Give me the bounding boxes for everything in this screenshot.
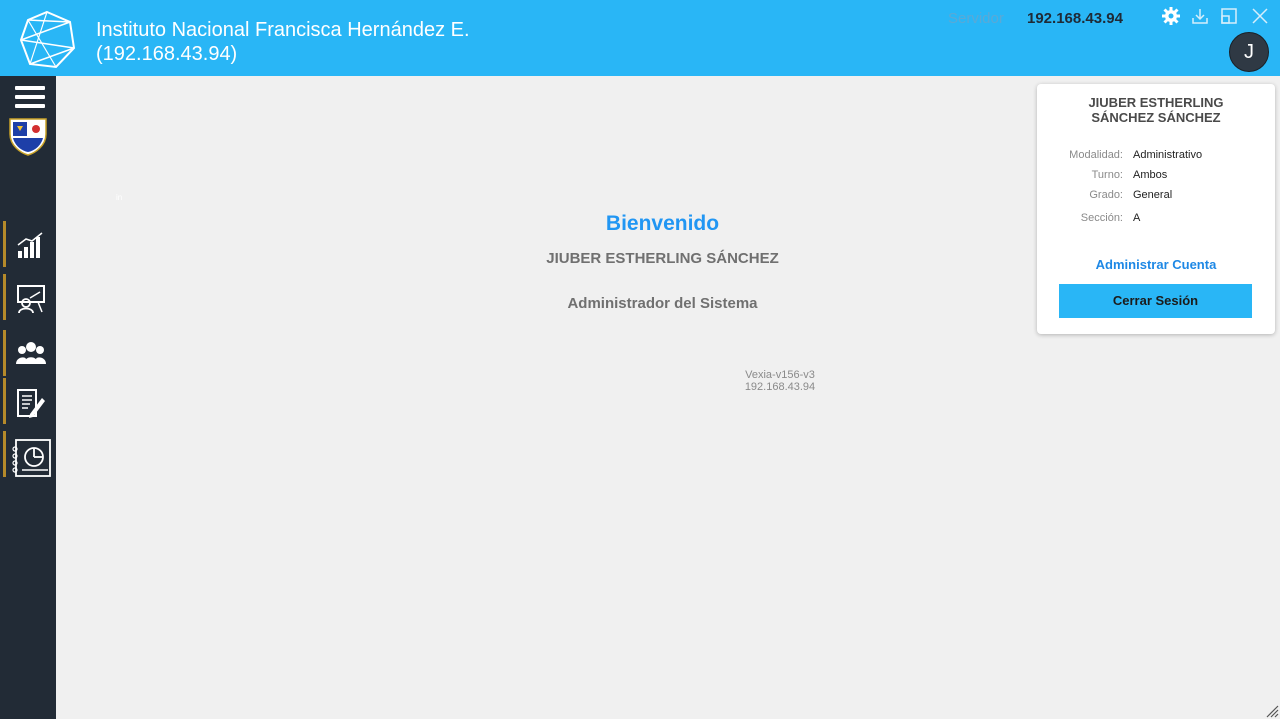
manage-account-link[interactable]: Administrar Cuenta [1037, 257, 1275, 272]
user-role: Administrador del Sistema [567, 295, 758, 312]
notebook-pie-chart-icon [12, 439, 51, 477]
sidebar-item-users[interactable] [0, 330, 56, 378]
card-user-name-line2: SÁNCHEZ SÁNCHEZ [1091, 110, 1221, 125]
resize-grip-icon[interactable] [1265, 704, 1279, 718]
card-user-name: JIUBER ESTHERLING SÁNCHEZ SÁNCHEZ [1037, 95, 1275, 125]
bar-chart-icon [17, 232, 43, 258]
close-icon[interactable] [1250, 6, 1270, 26]
user-avatar[interactable]: J [1229, 32, 1269, 72]
sidebar-item-reports[interactable] [0, 431, 56, 479]
nav-marker [3, 274, 6, 320]
sidebar [0, 76, 56, 719]
download-icon[interactable] [1190, 6, 1210, 26]
maximize-icon[interactable] [1219, 6, 1239, 26]
shift-label: Turno: [1091, 169, 1123, 181]
modality-value: Administrativo [1133, 149, 1203, 161]
logout-button[interactable]: Cerrar Sesión [1059, 284, 1252, 318]
hamburger-menu-icon[interactable] [15, 86, 45, 108]
server-value: 192.168.43.94 [1027, 10, 1123, 27]
nav-marker [3, 431, 6, 477]
server-label: Servidor [948, 10, 1004, 27]
section-value: A [1133, 212, 1141, 224]
sidebar-item-statistics[interactable] [0, 221, 56, 269]
nav-marker [3, 330, 6, 376]
version-number: Vexia-v156-v3 [745, 369, 815, 381]
app-title-line1: Instituto Nacional Francisca Hernández E… [96, 19, 470, 41]
card-user-name-line1: JIUBER ESTHERLING [1088, 95, 1224, 110]
sidebar-item-records[interactable] [0, 378, 56, 426]
user-account-card: JIUBER ESTHERLING SÁNCHEZ SÁNCHEZ Modali… [1037, 84, 1275, 334]
users-group-icon [16, 342, 46, 364]
school-crest-icon [9, 118, 47, 156]
version-ip: 192.168.43.94 [744, 381, 816, 393]
top-bar: Instituto Nacional Francisca Hernández E… [0, 0, 1280, 76]
document-edit-icon [17, 389, 45, 418]
welcome-username: JIUBER ESTHERLING SÁNCHEZ [546, 250, 779, 267]
sidebar-item-classes[interactable] [0, 274, 56, 322]
nav-marker [3, 378, 6, 424]
shift-value: Ambos [1133, 169, 1168, 181]
presentation-board-icon [17, 285, 45, 314]
section-label: Sección: [1080, 212, 1123, 224]
app-title-line2: (192.168.43.94) [96, 43, 238, 65]
hidden-label: in [116, 193, 123, 202]
grade-value: General [1133, 189, 1173, 201]
nav-marker [3, 221, 6, 267]
modality-label: Modalidad: [1069, 149, 1123, 161]
app-logo-icon [19, 10, 76, 69]
app-title: Instituto Nacional Francisca Hernández E… [96, 18, 470, 66]
grade-label: Grado: [1089, 189, 1123, 201]
welcome-heading: Bienvenido [605, 212, 720, 235]
version-info: Vexia-v156-v3 192.168.43.94 [720, 369, 840, 393]
gear-icon[interactable] [1161, 6, 1181, 26]
